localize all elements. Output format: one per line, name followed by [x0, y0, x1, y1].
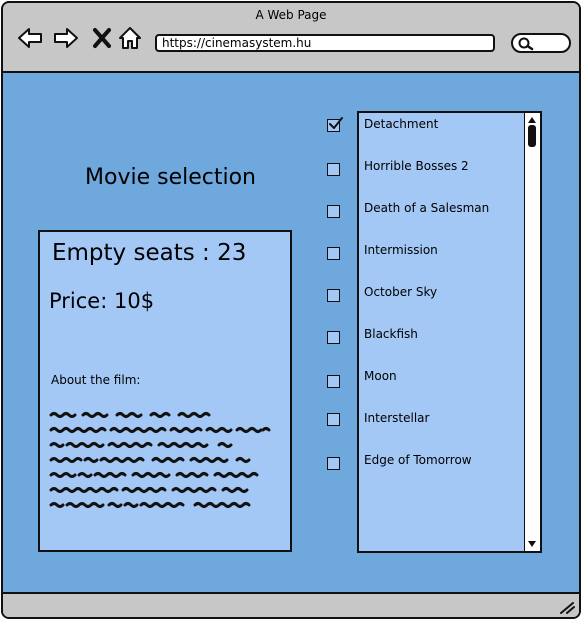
- url-field[interactable]: https://cinemasystem.hu: [155, 34, 495, 52]
- search-field[interactable]: [511, 33, 571, 53]
- resize-grip-icon[interactable]: [559, 600, 575, 614]
- movie-checkbox[interactable]: [327, 247, 340, 260]
- scroll-thumb[interactable]: [528, 125, 536, 147]
- movie-checkbox[interactable]: [327, 413, 340, 426]
- browser-window: A Web Page https://cinemasystem.hu Movie…: [1, 1, 581, 619]
- movie-info-panel: Empty seats : 23 Price: 10$ About the fi…: [38, 230, 292, 552]
- close-x-icon[interactable]: [89, 25, 115, 51]
- movie-checkbox[interactable]: [327, 117, 343, 132]
- movie-checkbox[interactable]: [327, 375, 340, 388]
- movie-list-item[interactable]: Detachment: [364, 117, 438, 131]
- home-icon[interactable]: [117, 25, 143, 51]
- movie-list-item[interactable]: Blackfish: [364, 327, 418, 341]
- movie-list-item[interactable]: Horrible Bosses 2: [364, 159, 469, 173]
- page-title: Movie selection: [85, 165, 256, 190]
- movie-list-item[interactable]: Intermission: [364, 243, 438, 257]
- scroll-down-arrow-icon[interactable]: [527, 539, 537, 549]
- movie-checkbox[interactable]: [327, 331, 340, 344]
- film-description-placeholder: [49, 412, 271, 508]
- movie-checkbox[interactable]: [327, 457, 340, 470]
- movie-list-item[interactable]: Interstellar: [364, 411, 429, 425]
- price-text: Price: 10$: [49, 289, 155, 313]
- browser-statusbar: [3, 592, 579, 617]
- movie-list-item[interactable]: October Sky: [364, 285, 437, 299]
- magnifier-icon: [518, 37, 534, 51]
- movie-list-item[interactable]: Moon: [364, 369, 397, 383]
- movie-checkbox[interactable]: [327, 163, 340, 176]
- movie-list-item[interactable]: Edge of Tomorrow: [364, 453, 472, 467]
- list-scrollbar[interactable]: [524, 113, 540, 551]
- about-label: About the film:: [51, 373, 141, 387]
- movie-checkbox[interactable]: [327, 205, 340, 218]
- page-content: Movie selection Empty seats : 23 Price: …: [3, 73, 579, 595]
- scroll-up-arrow-icon[interactable]: [527, 115, 537, 125]
- back-arrow-icon[interactable]: [17, 25, 43, 51]
- checkmark-icon: [329, 117, 343, 129]
- movie-list-item[interactable]: Death of a Salesman: [364, 201, 489, 215]
- window-title: A Web Page: [255, 8, 327, 22]
- browser-titlebar: A Web Page https://cinemasystem.hu: [3, 3, 579, 73]
- forward-arrow-icon[interactable]: [53, 25, 79, 51]
- movie-checkbox[interactable]: [327, 289, 340, 302]
- empty-seats-text: Empty seats : 23: [52, 240, 247, 266]
